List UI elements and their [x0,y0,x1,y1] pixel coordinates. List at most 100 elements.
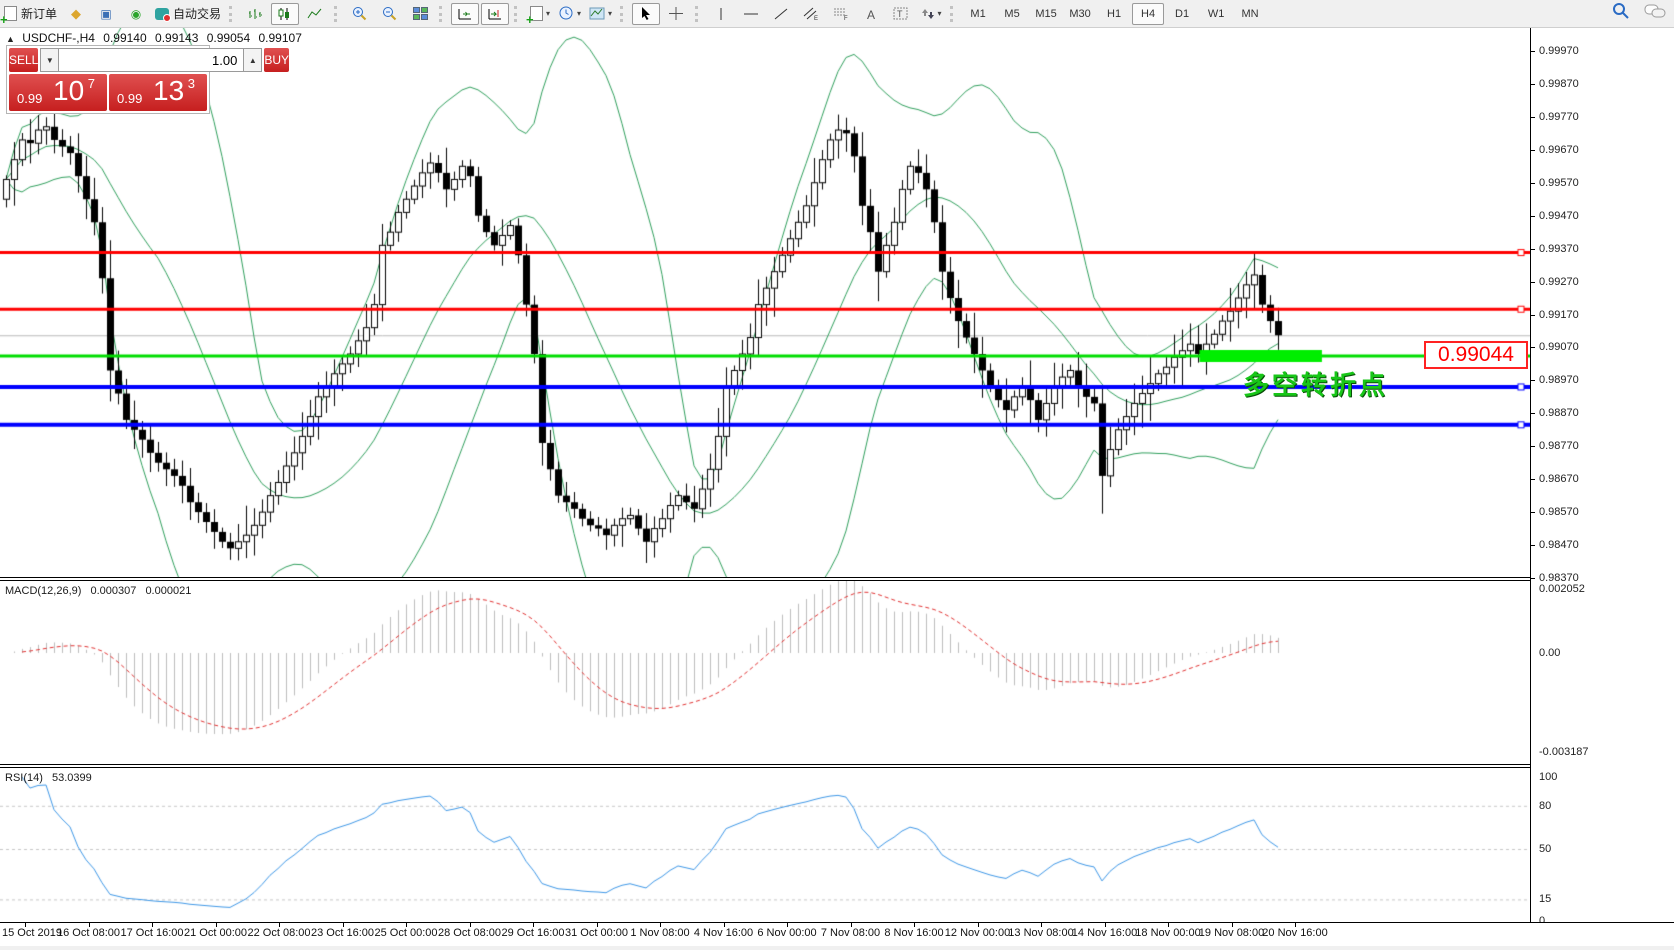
time-tick-label: 17 Oct 16:00 [121,927,184,939]
arrows-button[interactable]: ▾ [917,3,945,25]
toolbar-group-zoom [330,1,435,27]
timeframe-h1-button[interactable]: H1 [1098,3,1130,25]
price-tick-mark [1531,51,1535,52]
toolbar-group-objects: ▾ ▾ ▾ [510,1,616,27]
timeframe-d1-button[interactable]: D1 [1166,3,1198,25]
text-label-icon: T [893,6,909,21]
price-tick-mark [1531,117,1535,118]
price-tick-mark [1531,545,1535,546]
templates-button[interactable]: ▾ [586,3,615,25]
price-scale[interactable]: 0.999700.998700.997700.996700.995700.994… [1530,28,1674,946]
autotrading-icon [155,8,169,20]
text-icon: A [865,7,878,21]
indicators-button[interactable]: ▾ [526,3,554,25]
bar-chart-icon [247,7,263,21]
zoom-out-button[interactable] [376,3,404,25]
autotrading-label: 自动交易 [173,5,221,22]
buy-price-button[interactable]: 0.99 13 3 [109,74,207,111]
fibonacci-button[interactable]: F [827,3,855,25]
timeframe-m5-button[interactable]: M5 [996,3,1028,25]
price-tick-mark [1531,347,1535,348]
price-tick-mark [1531,282,1535,283]
macd-panel-canvas[interactable] [0,581,1530,764]
ohlc-close: 0.99107 [258,31,301,45]
tile-windows-button[interactable] [406,3,434,25]
time-tick-label: 6 Nov 00:00 [757,927,816,939]
timeframe-mn-button[interactable]: MN [1234,3,1266,25]
auto-scroll-button[interactable] [451,3,479,25]
sell-price-button[interactable]: 0.99 10 7 [9,74,107,111]
macd-main-value: 0.000307 [90,585,136,597]
rsi-panel-canvas[interactable] [0,768,1530,922]
price-level-annotation[interactable]: 0.99044 [1424,341,1528,369]
buy-button[interactable]: BUY [264,48,289,72]
svg-text:E: E [814,16,818,21]
rsi-axis-label: 100 [1539,771,1557,783]
toolbar-group-cursor [616,1,691,27]
volume-up-button[interactable]: ▲ [243,48,262,72]
sell-button[interactable]: SELL [9,48,38,72]
volume-input[interactable] [59,48,243,72]
time-tick-label: 18 Nov 00:00 [1135,927,1200,939]
time-tick-label: 8 Nov 16:00 [884,927,943,939]
chinese-note-text[interactable]: 多空转折点 [1243,365,1388,402]
toolbar-group-scroll [435,1,510,27]
equidistant-channel-button[interactable]: E [797,3,825,25]
autotrading-button[interactable]: 自动交易 [152,3,224,25]
price-tick-mark [1531,249,1535,250]
price-tick-label: 0.98670 [1539,473,1579,485]
periods-dropdown-arrow[interactable]: ▾ [577,9,581,18]
search-icon[interactable] [1612,2,1630,20]
arrows-dropdown-arrow[interactable]: ▾ [938,9,942,18]
chart-shift-button[interactable] [481,3,509,25]
price-tick-label: 0.99270 [1539,276,1579,288]
toolbar-grip [950,6,958,22]
time-scale[interactable]: 15 Oct 201916 Oct 08:0017 Oct 16:0021 Oc… [0,923,1674,946]
periods-button[interactable]: ▾ [556,3,584,25]
cursor-button[interactable] [632,3,660,25]
vertical-line-button[interactable] [707,3,735,25]
new-order-label: 新订单 [21,5,57,22]
timeframe-m15-button[interactable]: M15 [1030,3,1062,25]
time-tick-label: 1 Nov 08:00 [630,927,689,939]
timeframe-h4-button[interactable]: H4 [1132,3,1164,25]
rsi-axis-label: 15 [1539,893,1551,905]
zoom-out-icon [382,6,398,21]
candlestick-chart-button[interactable] [271,3,299,25]
indicators-dropdown-arrow[interactable]: ▾ [546,9,550,18]
collapse-arrow-icon[interactable]: ▲ [6,34,15,44]
toolbar-group-charttype [225,1,330,27]
timeframe-m30-button[interactable]: M30 [1064,3,1096,25]
price-tick-label: 0.98370 [1539,572,1579,584]
timeframe-m1-button[interactable]: M1 [962,3,994,25]
signals-button[interactable]: ◉ [122,3,150,25]
svg-text:F: F [844,16,848,21]
trendline-button[interactable] [767,3,795,25]
time-tick-label: 28 Oct 08:00 [438,927,501,939]
volume-down-button[interactable]: ▼ [40,48,59,72]
line-chart-button[interactable] [301,3,329,25]
zoom-in-button[interactable] [346,3,374,25]
horizontal-line-button[interactable] [737,3,765,25]
time-tick-label: 21 Oct 00:00 [184,927,247,939]
text-button[interactable]: A [857,3,885,25]
timeframe-buttons: M1M5M15M30H1H4D1W1MN [961,3,1267,25]
buy-price-big: 13 [153,75,184,107]
text-label-button[interactable]: T [887,3,915,25]
new-order-button[interactable]: 新订单 [1,3,60,25]
time-tick-label: 20 Nov 16:00 [1262,927,1327,939]
price-tick-label: 0.98770 [1539,440,1579,452]
crosshair-button[interactable] [662,3,690,25]
metaeditor-button[interactable]: ◆ [62,3,90,25]
toolbar-grip [229,6,237,22]
terminal-button[interactable]: ▣ [92,3,120,25]
terminal-icon: ▣ [100,8,111,20]
price-tick-label: 0.98570 [1539,506,1579,518]
price-tick-label: 0.99570 [1539,177,1579,189]
templates-dropdown-arrow[interactable]: ▾ [608,9,612,18]
main-chart-canvas[interactable] [0,28,1530,577]
timeframe-w1-button[interactable]: W1 [1200,3,1232,25]
bar-chart-button[interactable] [241,3,269,25]
chat-icon[interactable] [1644,3,1666,19]
macd-signal-value: 0.000021 [145,585,191,597]
